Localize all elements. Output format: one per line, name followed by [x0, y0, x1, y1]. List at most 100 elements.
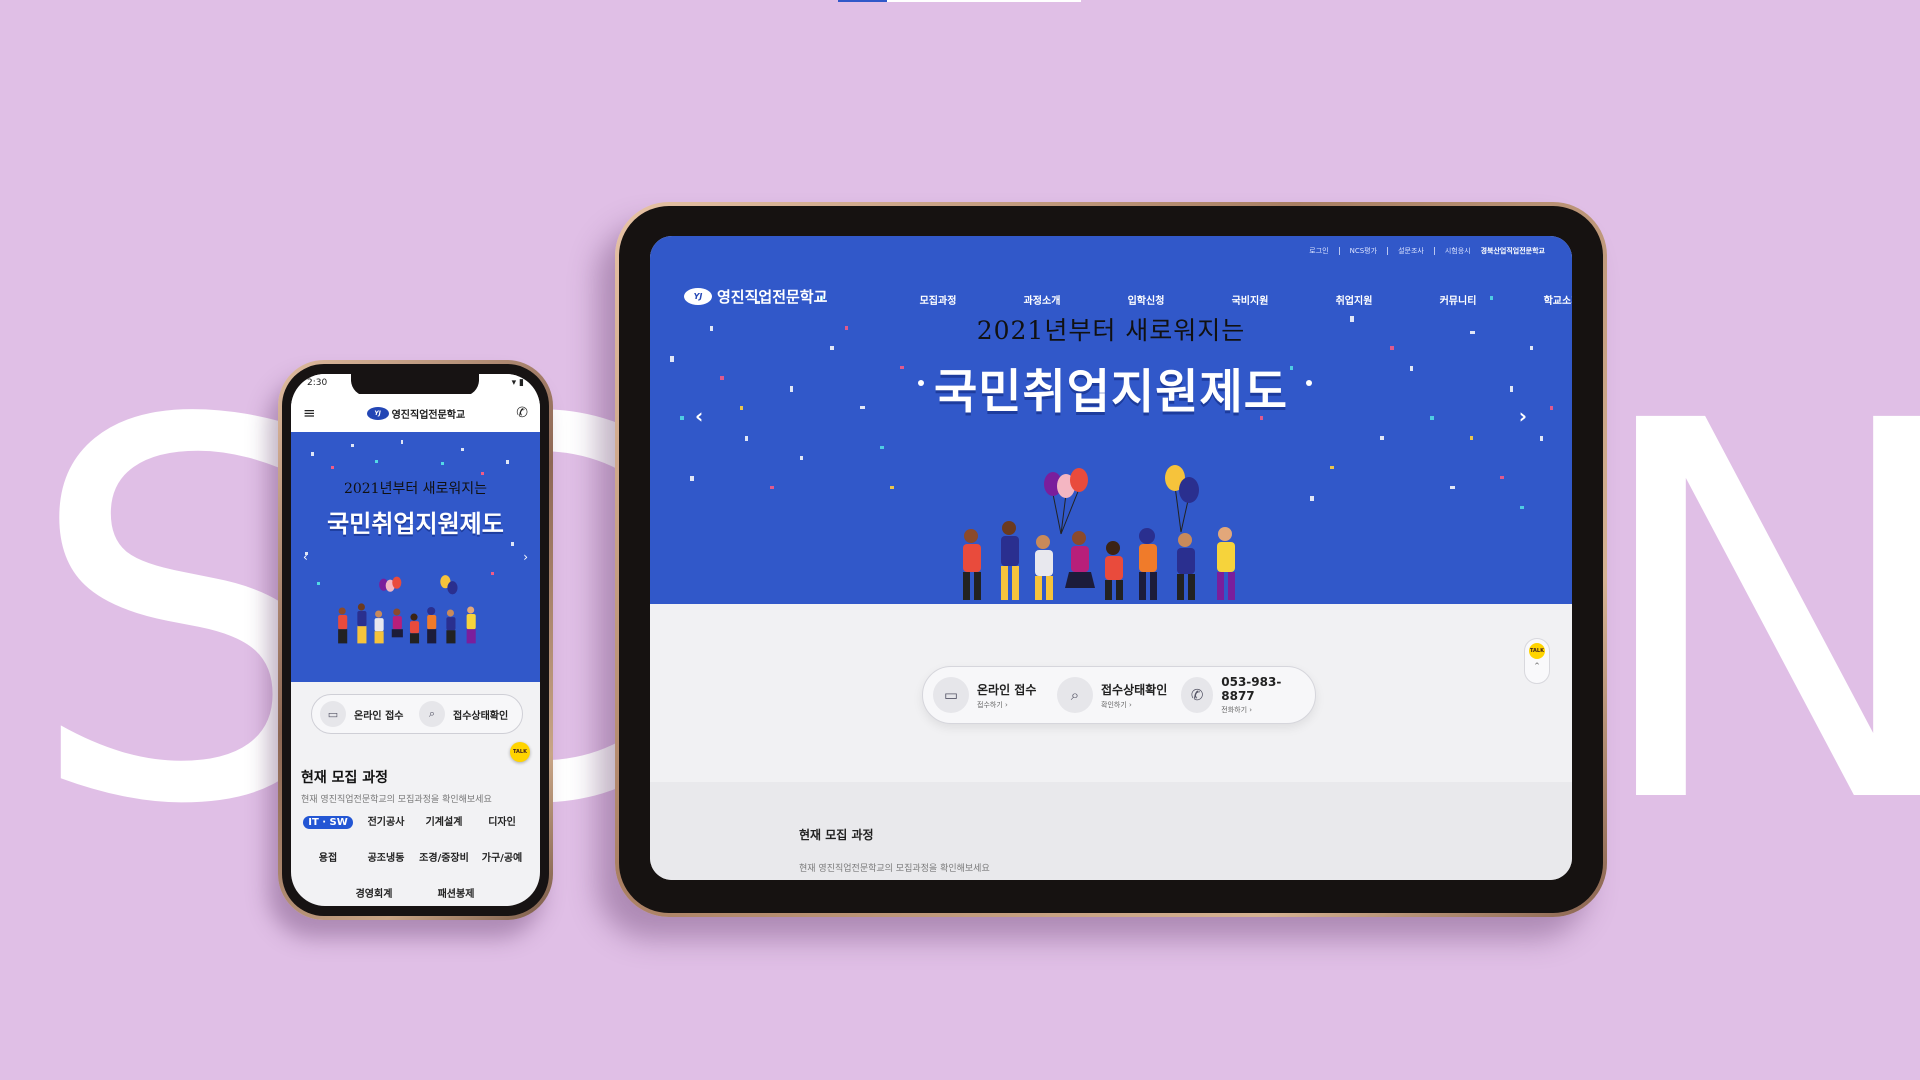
- util-link-ncs[interactable]: NCS평가: [1350, 246, 1377, 256]
- quick-sub: 확인하기 ›: [1101, 700, 1132, 709]
- kakao-talk-icon[interactable]: TALK: [510, 742, 530, 762]
- quick-online-apply[interactable]: ▭ 온라인 접수: [320, 701, 415, 727]
- category-tab-furniture[interactable]: 가구/공예: [473, 851, 531, 887]
- slide-next-icon[interactable]: ›: [1519, 404, 1527, 428]
- tablet-screen: 로그인 NCS평가 설문조사 시험응시 경북산업직업전문학교 YJ 영진직업전문…: [650, 236, 1572, 880]
- status-time: 2:30: [307, 378, 328, 388]
- section-description: 현재 영진직업전문학교의 모집과정을 확인해보세요: [301, 795, 492, 805]
- nav-item-about[interactable]: 학교소개: [1510, 292, 1572, 307]
- category-label: 전기공사: [367, 817, 405, 828]
- section-description: 현재 영진직업전문학교의 모집과정을 확인해보세요: [799, 864, 990, 874]
- logo-mark-icon: YJ: [366, 406, 389, 420]
- scroll-top-icon[interactable]: ⌃: [1533, 662, 1541, 672]
- quick-sub: 접수하기 ›: [977, 700, 1008, 709]
- quick-label: 온라인 접수: [354, 710, 404, 722]
- kakao-talk-icon[interactable]: TALK: [1529, 643, 1545, 659]
- nav-item-recruit[interactable]: 모집과정: [886, 292, 990, 307]
- util-link-exam[interactable]: 시험응시: [1445, 246, 1471, 256]
- phone-mockup: 2:30 ▾ ▮ ≡ YJ 영진직업전문학교 ✆ 2021년부터 새로워지는 국…: [278, 360, 553, 920]
- category-tab-it-sw[interactable]: IT · SW: [299, 815, 357, 851]
- celebrating-crowd-illustration: [338, 575, 476, 644]
- mobile-header: ≡ YJ 영진직업전문학교 ✆: [291, 394, 540, 432]
- slide-prev-icon[interactable]: ‹: [303, 550, 308, 564]
- category-label: 경영회계: [355, 889, 393, 900]
- mobile-hero-banner: 2021년부터 새로워지는 국민취업지원제도 ‹ ›: [291, 432, 540, 682]
- hero-subtitle: 2021년부터 새로워지는: [343, 481, 488, 497]
- hamburger-menu-icon[interactable]: ≡: [303, 404, 316, 422]
- slide-next-icon[interactable]: ›: [523, 550, 528, 564]
- slide-prev-icon[interactable]: ‹: [695, 404, 703, 428]
- category-tab-electric[interactable]: 전기공사: [357, 815, 415, 851]
- quick-label: 온라인 접수: [977, 682, 1037, 697]
- celebrating-crowd-illustration: [963, 465, 1235, 600]
- hero-subtitle: 2021년부터 새로워지는: [976, 316, 1246, 345]
- util-divider: [1433, 247, 1435, 255]
- site-logo[interactable]: YJ 영진직업전문학교: [684, 286, 827, 307]
- category-label: IT · SW: [303, 816, 353, 829]
- phone-call-icon[interactable]: ✆: [516, 405, 528, 421]
- category-tab-mechanical[interactable]: 기계설계: [415, 815, 473, 851]
- watermark-letter-n: N: [1585, 312, 1920, 918]
- category-label: 공조냉동: [367, 853, 405, 864]
- section-title: 현재 모집 과정: [301, 770, 389, 786]
- title-dot-right: [1306, 380, 1312, 386]
- category-label: 패션봉제: [437, 889, 475, 900]
- category-label: 기계설계: [425, 817, 463, 828]
- util-divider: [1338, 247, 1340, 255]
- util-link-survey[interactable]: 설문조사: [1398, 246, 1424, 256]
- util-link-login[interactable]: 로그인: [1309, 246, 1328, 256]
- nav-item-employment[interactable]: 취업지원: [1302, 292, 1406, 307]
- top-progress-line: [838, 0, 1081, 2]
- signal-battery-icon: ▾ ▮: [511, 378, 524, 388]
- tablet-mockup: 로그인 NCS평가 설문조사 시험응시 경북산업직업전문학교 YJ 영진직업전문…: [615, 202, 1607, 917]
- category-tab-hvac[interactable]: 공조냉동: [357, 851, 415, 887]
- phone-screen: 2:30 ▾ ▮ ≡ YJ 영진직업전문학교 ✆ 2021년부터 새로워지는 국…: [291, 374, 540, 906]
- category-row: 용접 공조냉동 조경/중장비 가구/공예: [299, 851, 531, 887]
- category-tab-design[interactable]: 디자인: [473, 815, 531, 851]
- hero-title: 국민취업지원제도: [327, 510, 504, 538]
- category-label: 디자인: [488, 817, 516, 828]
- mobile-logo[interactable]: YJ 영진직업전문학교: [366, 406, 465, 421]
- monitor-icon: ▭: [320, 701, 346, 727]
- category-tab-landscape[interactable]: 조경/중장비: [415, 851, 473, 887]
- search-monitor-icon: ⌕: [419, 701, 445, 727]
- category-tab-fashion[interactable]: 패션봉제: [438, 887, 475, 906]
- monitor-icon: ▭: [933, 677, 969, 713]
- nav-item-community[interactable]: 커뮤니티: [1406, 292, 1510, 307]
- hero-title: 국민취업지원제도: [934, 365, 1288, 420]
- logo-mark-icon: YJ: [684, 288, 712, 305]
- quick-label: 접수상태확인: [1101, 682, 1168, 697]
- phone-icon: ✆: [1181, 677, 1214, 713]
- tablet-bezel: 로그인 NCS평가 설문조사 시험응시 경북산업직업전문학교 YJ 영진직업전문…: [619, 206, 1603, 913]
- quick-online-apply[interactable]: ▭ 온라인 접수접수하기 ›: [933, 677, 1057, 713]
- mobile-quick-menu: ▭ 온라인 접수 ⌕ 접수상태확인: [311, 694, 523, 734]
- partner-emblem[interactable]: 경북산업직업전문학교: [1481, 246, 1545, 256]
- category-tab-welding[interactable]: 용접: [299, 851, 357, 887]
- quick-label: 접수상태확인: [453, 710, 509, 722]
- phone-notch: [351, 374, 479, 396]
- search-monitor-icon: ⌕: [1057, 677, 1093, 713]
- section-title: 현재 모집 과정: [799, 828, 874, 842]
- nav-item-funding[interactable]: 국비지원: [1198, 292, 1302, 307]
- quick-menu-bar: ▭ 온라인 접수접수하기 › ⌕ 접수상태확인확인하기 › ✆ 053-983-…: [922, 666, 1316, 724]
- recruit-section: 현재 모집 과정 현재 영진직업전문학교의 모집과정을 확인해보세요: [650, 782, 1572, 880]
- category-label: 가구/공예: [481, 853, 523, 864]
- quick-check-status[interactable]: ⌕ 접수상태확인확인하기 ›: [1057, 677, 1181, 713]
- title-dot-left: [918, 380, 924, 386]
- nav-item-courses[interactable]: 과정소개: [990, 292, 1094, 307]
- main-nav: 모집과정 과정소개 입학신청 국비지원 취업지원 커뮤니티 학교소개: [886, 292, 1572, 307]
- nav-item-apply[interactable]: 입학신청: [1094, 292, 1198, 307]
- quick-check-status[interactable]: ⌕ 접수상태확인: [419, 701, 514, 727]
- category-row: 경영회계 패션봉제: [299, 887, 531, 906]
- category-row: IT · SW 전기공사 기계설계 디자인: [299, 815, 531, 851]
- quick-sub: 전화하기 ›: [1221, 706, 1253, 714]
- quick-phone-call[interactable]: ✆ 053-983-8877 전화하기 ›: [1181, 675, 1305, 715]
- course-category-list: IT · SW 전기공사 기계설계 디자인 용접 공조냉동 조경/중장비 가구/…: [299, 815, 531, 906]
- category-tab-accounting[interactable]: 경영회계: [356, 887, 393, 906]
- floating-side-menu: TALK ⌃: [1524, 638, 1550, 684]
- top-progress-fill: [838, 0, 887, 2]
- phone-bezel: 2:30 ▾ ▮ ≡ YJ 영진직업전문학교 ✆ 2021년부터 새로워지는 국…: [282, 364, 549, 916]
- category-label: 조경/중장비: [419, 853, 469, 864]
- quick-label: 053-983-8877: [1221, 675, 1282, 703]
- category-label: 용접: [318, 853, 338, 864]
